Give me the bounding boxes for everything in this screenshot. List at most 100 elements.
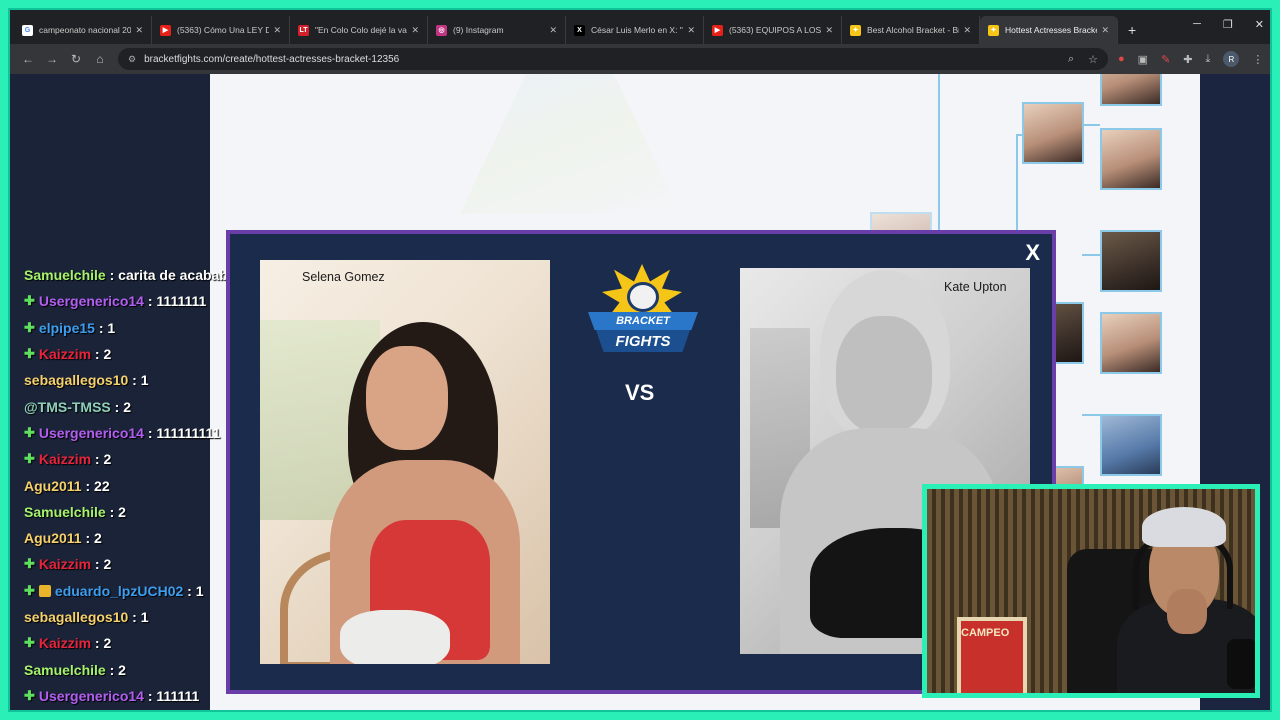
site-info-icon[interactable]: ⚙ — [128, 54, 136, 65]
minimize-icon[interactable]: ─ — [1193, 18, 1201, 31]
chat-text: 2 — [118, 503, 126, 520]
chat-username[interactable]: elpipe15 — [39, 320, 95, 336]
home-icon[interactable]: ⌂ — [88, 52, 112, 66]
chat-username[interactable]: Samuelchile — [24, 267, 106, 283]
chat-text: 2 — [118, 661, 126, 678]
chat-username[interactable]: Kaizzim — [39, 346, 91, 362]
chat-username[interactable]: Usergenerico14 — [39, 425, 144, 441]
tab-close-icon[interactable]: ✕ — [825, 25, 833, 36]
extensions-icon[interactable]: ✚ — [1183, 53, 1192, 66]
chat-username[interactable]: eduardo_lpzUCH02 — [55, 583, 183, 599]
browser-tab[interactable]: ✦ Best Alcohol Bracket - Bra ✕ — [842, 16, 980, 44]
chat-separator: : — [128, 372, 141, 389]
extension-shield-icon[interactable]: ● — [1118, 53, 1125, 65]
browser-tab[interactable]: X César Luis Merlo en X: " ✕ — [566, 16, 704, 44]
browser-tab[interactable]: ◎ (9) Instagram ✕ — [428, 16, 566, 44]
download-icon[interactable]: ⤓ — [1206, 53, 1211, 66]
subscriber-badge-icon: ✚ — [24, 635, 35, 651]
chat-text: carita de acabable — [118, 267, 240, 284]
close-modal-button[interactable]: X — [1025, 240, 1040, 266]
crown-badge-icon — [38, 584, 51, 597]
chat-username[interactable]: Samuelchile — [24, 504, 106, 520]
url-bar[interactable]: ⚙ bracketfights.com/create/hottest-actre… — [118, 48, 1108, 70]
tab-title: "En Colo Colo dejé la vara — [315, 25, 408, 35]
chat-username[interactable]: sebagallegos10 — [24, 372, 128, 388]
contestant-card-left[interactable]: Selena Gomez — [260, 260, 550, 664]
subscriber-badge-icon: ✚ — [24, 319, 35, 335]
browser-tab[interactable]: ▶ (5363) Cómo Una LEY DE ✕ — [152, 16, 290, 44]
extension-puzzle-icon[interactable]: ▣ — [1138, 53, 1148, 66]
chat-separator: : — [183, 582, 196, 599]
browser-tab[interactable]: ▶ (5363) EQUIPOS A LOS Q ✕ — [704, 16, 842, 44]
chat-separator: : — [143, 424, 157, 441]
reload-icon[interactable]: ↻ — [64, 52, 88, 66]
chat-separator: : — [110, 398, 124, 415]
chat-separator: : — [128, 609, 141, 625]
tab-close-icon[interactable]: ✕ — [963, 25, 971, 36]
browser-tab[interactable]: ✦ Hottest Actresses Bracket ✕ — [980, 16, 1118, 44]
chat-username[interactable]: @TMS-TMSS — [24, 399, 111, 415]
chat-separator: : — [143, 293, 157, 310]
chat-text: 1 — [107, 319, 116, 336]
contestant-thumbnail[interactable] — [1100, 312, 1162, 374]
chat-username[interactable]: Kaizzim — [39, 451, 91, 467]
chat-separator: : — [81, 477, 95, 494]
chat-username[interactable]: sebagallegos10 — [24, 609, 128, 625]
browser-tab[interactable]: Gcampeonato nacional 2024 ✕ — [14, 16, 152, 44]
chat-separator: : — [91, 556, 104, 573]
profile-avatar[interactable]: R — [1223, 51, 1240, 67]
tab-close-icon[interactable]: ✕ — [411, 25, 419, 36]
menu-kebab-icon[interactable]: ⋮ — [1252, 53, 1263, 66]
zoom-icon[interactable]: ⌕ — [1068, 53, 1074, 66]
tab-title: (5363) EQUIPOS A LOS Q — [729, 25, 822, 35]
restore-icon[interactable]: ❐ — [1223, 18, 1233, 31]
subscriber-badge-icon: ✚ — [24, 556, 35, 572]
stream-frame: Gcampeonato nacional 2024 ✕ ▶ (5363) Cómo U… — [8, 8, 1272, 712]
contestant-thumbnail[interactable] — [1100, 128, 1162, 190]
chat-text: 1 — [140, 609, 149, 625]
contestant-thumbnail[interactable] — [1022, 102, 1084, 164]
webcam-overlay: CAMPEO — [922, 484, 1260, 698]
back-icon[interactable]: ← — [16, 52, 40, 66]
close-window-icon[interactable]: ✕ — [1255, 18, 1264, 31]
wall-sign-text: CAMPEO — [961, 627, 1010, 639]
chat-username[interactable]: Usergenerico14 — [39, 293, 144, 309]
chat-text: 1 — [195, 582, 204, 599]
subscriber-badge-icon: ✚ — [24, 451, 35, 467]
subscriber-badge-icon: ✚ — [24, 582, 35, 598]
bookmark-star-icon[interactable]: ☆ — [1088, 53, 1098, 66]
extension-pdf-icon[interactable]: ✎ — [1161, 53, 1170, 66]
browser-tab[interactable]: LT "En Colo Colo dejé la vara ✕ — [290, 16, 428, 44]
chat-username[interactable]: Kaizzim — [39, 556, 91, 572]
chat-text: 2 — [123, 398, 132, 415]
chat-text: 2 — [103, 635, 112, 652]
tab-close-icon[interactable]: ✕ — [135, 25, 143, 36]
chat-text: 22 — [94, 477, 110, 494]
background-logo — [460, 74, 680, 214]
chat-username[interactable]: Samuelchile — [24, 662, 106, 678]
chat-username[interactable]: Usergenerico14 — [39, 688, 144, 704]
tab-close-icon[interactable]: ✕ — [1101, 25, 1109, 36]
bracket-fights-logo: BRACKET FIGHTS — [582, 264, 702, 360]
tab-title: (9) Instagram — [453, 25, 504, 35]
chat-username[interactable]: Agu2011 — [24, 530, 82, 546]
contestant-thumbnail[interactable] — [1100, 74, 1162, 106]
new-tab-button[interactable]: + — [1118, 16, 1146, 44]
tab-close-icon[interactable]: ✕ — [687, 25, 695, 36]
subscriber-badge-icon: ✚ — [24, 687, 35, 703]
chat-username[interactable]: Agu2011 — [24, 478, 82, 494]
tab-favicon-icon: G — [22, 24, 33, 36]
chat-text: 111111 — [156, 687, 200, 704]
tab-close-icon[interactable]: ✕ — [273, 25, 281, 36]
bracket-line — [1082, 124, 1100, 126]
forward-icon[interactable]: → — [40, 52, 64, 66]
chat-username[interactable]: Kaizzim — [39, 635, 91, 651]
contestant-thumbnail[interactable] — [1100, 414, 1162, 476]
bracket-line — [1082, 414, 1100, 416]
contestant-thumbnail[interactable] — [1100, 230, 1162, 292]
chat-text: 2 — [94, 530, 102, 547]
tab-list: Gcampeonato nacional 2024 ✕ ▶ (5363) Cómo U… — [14, 16, 1118, 44]
chat-separator: : — [94, 319, 108, 336]
tab-close-icon[interactable]: ✕ — [549, 25, 557, 36]
url-text: bracketfights.com/create/hottest-actress… — [144, 53, 400, 65]
